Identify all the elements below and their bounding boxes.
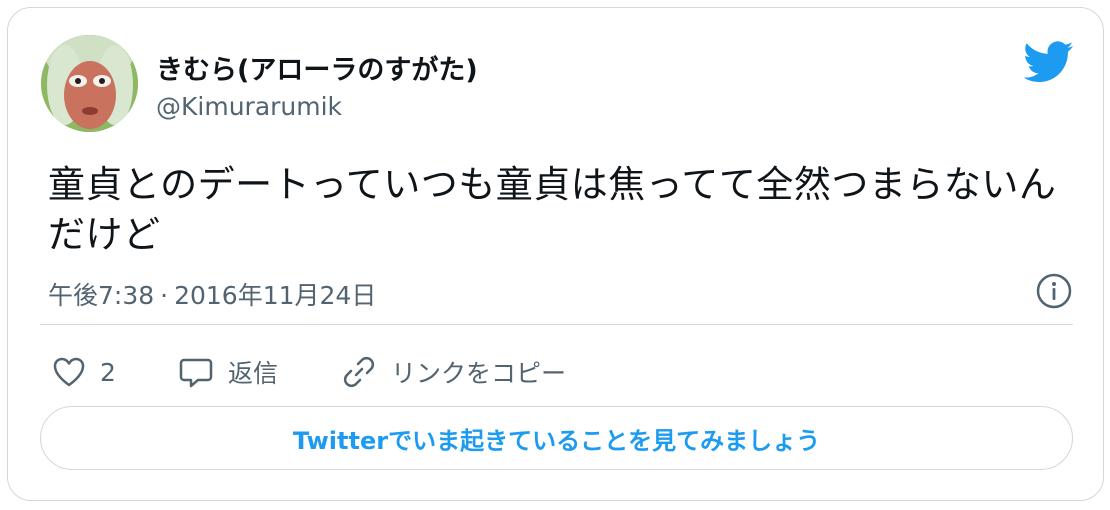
like-count: 2 <box>100 357 116 387</box>
avatar-image <box>41 35 138 132</box>
tweet-text: 童貞とのデートっていつも童貞は焦ってて全然つまらないんだけど <box>48 163 1057 256</box>
timestamp[interactable]: 午後7:38 · 2016年11月24日 <box>48 276 376 312</box>
display-name[interactable]: きむら(アローラのすがた) <box>156 48 478 87</box>
reply-button[interactable]: 返信 <box>178 350 278 394</box>
user-handle[interactable]: @Kimurarumik <box>156 92 342 121</box>
tweet-card: きむら(アローラのすがた) @Kimurarumik 童貞とのデートっていつも童… <box>7 7 1104 501</box>
twitter-bird-icon[interactable] <box>1024 41 1074 83</box>
info-icon[interactable] <box>1035 272 1073 310</box>
see-whats-happening-button[interactable]: Twitterでいま起きていることを見てみましょう <box>40 406 1073 470</box>
tweet-date[interactable]: 2016年11月24日 <box>174 281 376 310</box>
heart-icon <box>53 357 85 387</box>
reply-label: 返信 <box>228 359 279 388</box>
speech-bubble-icon <box>179 358 213 388</box>
copy-link-label: リンクをコピー <box>391 359 567 388</box>
copy-link-button[interactable]: リンクをコピー <box>341 350 566 394</box>
divider <box>40 324 1073 325</box>
avatar[interactable] <box>41 35 138 132</box>
separator: · <box>160 281 169 310</box>
link-icon <box>343 356 375 388</box>
like-button[interactable]: 2 <box>52 350 116 394</box>
tweet-time[interactable]: 午後7:38 <box>48 281 154 310</box>
